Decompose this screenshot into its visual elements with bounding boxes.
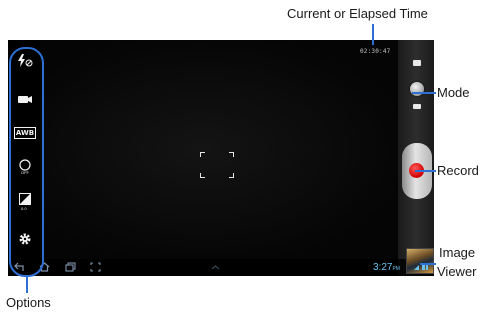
callout-mode-label: Mode: [437, 85, 470, 100]
callout-image-label: Image: [439, 245, 476, 260]
chevron-up-icon[interactable]: [210, 262, 221, 272]
options-highlight: [9, 47, 44, 277]
video-camera-icon: [413, 104, 421, 109]
recent-apps-icon[interactable]: [65, 262, 76, 272]
callout-record-label: Record: [437, 163, 479, 178]
callout-time-label: Current or Elapsed Time: [287, 6, 428, 21]
focus-frame: [200, 152, 234, 178]
screenshot-icon[interactable]: [90, 262, 101, 272]
elapsed-time: 02:30:47: [360, 48, 391, 55]
camera-icon: [413, 60, 421, 66]
callout-viewer-label: Viewer: [437, 264, 477, 279]
viewfinder[interactable]: [8, 40, 398, 259]
status-clock: 3:27PM: [373, 262, 400, 273]
system-status-bar: [8, 259, 398, 276]
callout-mode-line: [412, 92, 436, 94]
callout-options-line: [26, 277, 28, 293]
signal-battery-icon: [414, 265, 428, 270]
camera-screen: AWB OFF 0.0 02:30:47 3:27PM: [8, 40, 434, 276]
callout-options-label: Options: [6, 295, 51, 310]
callout-time-line: [372, 24, 374, 45]
camera-control-panel: [398, 40, 434, 274]
callout-record-line: [415, 170, 436, 172]
callout-image-viewer-line: [420, 263, 436, 265]
mode-switch[interactable]: [410, 52, 424, 114]
